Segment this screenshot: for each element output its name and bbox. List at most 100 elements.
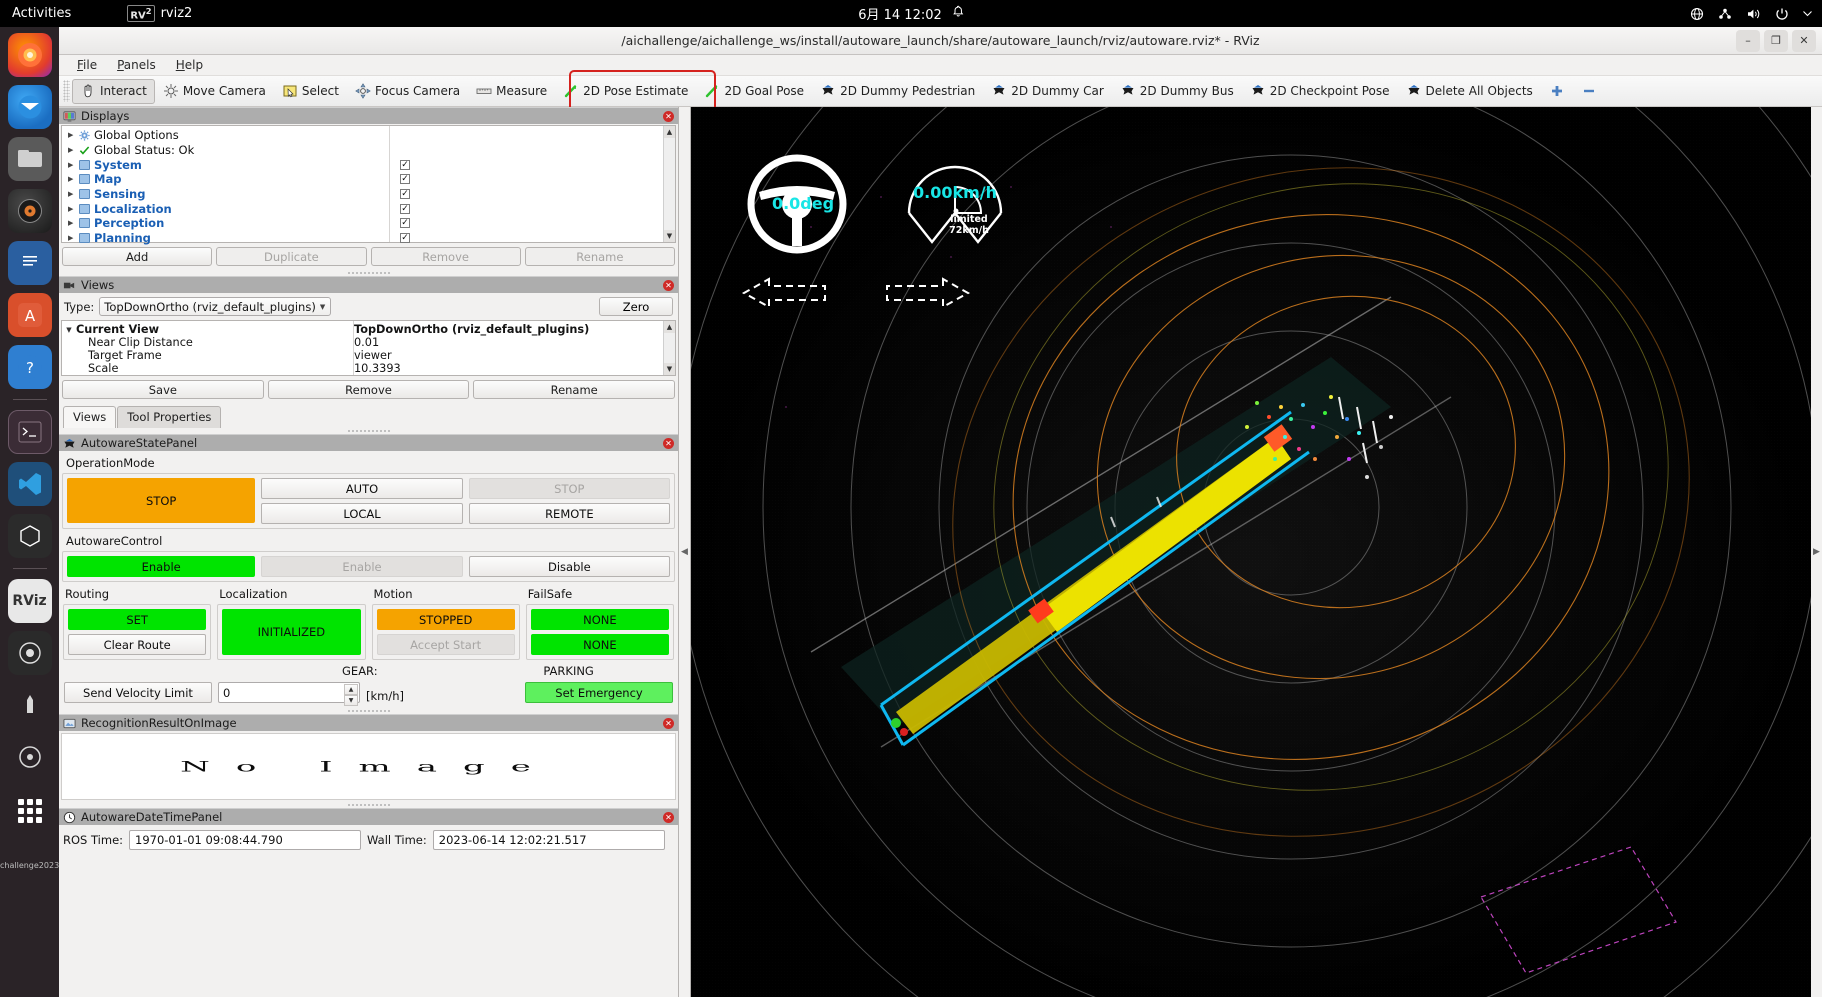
displays-tree[interactable]: ▶ Global Options ▶ Global Status: Ok ▶ S… bbox=[61, 125, 676, 246]
displays-panel-close-icon[interactable]: ✕ bbox=[663, 110, 674, 122]
scroll-down-icon[interactable]: ▼ bbox=[664, 230, 675, 242]
menu-panels[interactable]: Panels bbox=[109, 57, 164, 73]
property-value[interactable]: viewer bbox=[354, 349, 663, 362]
tree-checkbox-planning[interactable]: ✓ bbox=[390, 231, 663, 246]
system-status-area[interactable] bbox=[1690, 7, 1812, 21]
tree-item-planning[interactable]: ▶ Planning bbox=[62, 231, 389, 246]
set-emergency-button[interactable]: Set Emergency bbox=[525, 682, 673, 703]
menu-help[interactable]: Help bbox=[168, 57, 211, 73]
displays-tree-scrollbar[interactable]: ▲ ▼ bbox=[663, 126, 675, 242]
tool-focus-camera[interactable]: Focus Camera bbox=[347, 79, 468, 104]
dock-item-firefox[interactable] bbox=[7, 33, 52, 77]
dock-item-vscode[interactable] bbox=[7, 462, 52, 506]
add-display-button[interactable]: Add bbox=[62, 247, 213, 266]
tool-2d-pose-estimate[interactable]: 2D Pose Estimate bbox=[555, 79, 696, 104]
tree-item-system[interactable]: ▶ System bbox=[62, 157, 389, 172]
tool-delete-all-objects[interactable]: Delete All Objects bbox=[1398, 79, 1541, 104]
velocity-limit-input[interactable]: 0 ▲ ▼ bbox=[218, 682, 360, 706]
tab-tool-properties[interactable]: Tool Properties bbox=[117, 406, 222, 428]
rename-view-button[interactable]: Rename bbox=[473, 380, 676, 399]
tool-2d-checkpoint-pose[interactable]: 2D Checkpoint Pose bbox=[1242, 79, 1398, 104]
dock-item-rviz[interactable]: RViz bbox=[7, 579, 52, 623]
tool-2d-goal-pose[interactable]: 2D Goal Pose bbox=[696, 79, 812, 104]
add-tool-button[interactable] bbox=[1541, 79, 1573, 104]
zero-view-button[interactable]: Zero bbox=[599, 297, 673, 316]
view-type-select[interactable]: TopDownOrtho (rviz_default_plugins) ▼ bbox=[99, 297, 332, 316]
tree-checkbox-system[interactable]: ✓ bbox=[390, 157, 663, 172]
ubuntu-dock[interactable]: A ? RViz challenge2023 bbox=[0, 27, 59, 997]
active-app-indicator[interactable]: RV2 rviz2 bbox=[127, 4, 192, 23]
tool-measure[interactable]: Measure bbox=[468, 79, 555, 104]
expand-arrow-icon[interactable]: ▶ bbox=[68, 219, 75, 227]
collapse-arrow-icon[interactable]: ▼ bbox=[62, 326, 76, 334]
tab-views[interactable]: Views bbox=[63, 406, 117, 428]
spinner-arrows[interactable]: ▲ ▼ bbox=[344, 684, 358, 706]
autoware-control-disable-button[interactable]: Disable bbox=[468, 556, 670, 577]
state-panel-close-icon[interactable]: ✕ bbox=[663, 437, 674, 449]
scroll-up-icon[interactable]: ▲ bbox=[664, 126, 675, 138]
window-controls[interactable]: – ❐ ✕ bbox=[1736, 29, 1816, 52]
recognition-panel-close-icon[interactable]: ✕ bbox=[663, 717, 674, 729]
tool-2d-dummy-bus[interactable]: 2D Dummy Bus bbox=[1112, 79, 1242, 104]
operation-mode-local-button[interactable]: LOCAL bbox=[261, 503, 463, 524]
operation-mode-remote-button[interactable]: REMOTE bbox=[468, 503, 670, 524]
tree-item-perception[interactable]: ▶ Perception bbox=[62, 216, 389, 231]
expand-arrow-icon[interactable]: ▶ bbox=[68, 175, 75, 183]
remove-view-button[interactable]: Remove bbox=[267, 380, 470, 399]
tree-checkbox-map[interactable]: ✓ bbox=[390, 172, 663, 187]
tree-item-sensing[interactable]: ▶ Sensing bbox=[62, 187, 389, 202]
tree-item-global-options[interactable]: ▶ Global Options bbox=[62, 128, 389, 143]
show-applications-button[interactable] bbox=[8, 791, 52, 831]
dock-item-thunderbird[interactable] bbox=[7, 85, 52, 129]
property-value[interactable]: 0 bbox=[354, 375, 663, 376]
activities-button[interactable]: Activities bbox=[12, 6, 71, 21]
expand-arrow-icon[interactable]: ▶ bbox=[68, 131, 75, 139]
wall-time-value[interactable]: 2023-06-14 12:02:21.517 bbox=[432, 830, 665, 850]
dock-item-help[interactable]: ? bbox=[7, 345, 52, 389]
dock-item-tool[interactable] bbox=[8, 683, 52, 727]
menu-file[interactable]: File bbox=[69, 57, 105, 73]
toolbar-grip[interactable] bbox=[63, 80, 70, 102]
scroll-up-icon[interactable]: ▲ bbox=[664, 321, 675, 333]
dock-item-libreoffice-writer[interactable] bbox=[7, 241, 52, 285]
dock-item-files[interactable] bbox=[7, 137, 52, 181]
close-button[interactable]: ✕ bbox=[1792, 29, 1816, 52]
save-view-button[interactable]: Save bbox=[62, 380, 264, 399]
views-panel-close-icon[interactable]: ✕ bbox=[663, 279, 674, 291]
remove-tool-button[interactable] bbox=[1573, 79, 1605, 104]
views-properties-scrollbar[interactable]: ▲ ▼ bbox=[663, 321, 675, 375]
tree-item-map[interactable]: ▶ Map bbox=[62, 172, 389, 187]
tool-select[interactable]: Select bbox=[274, 79, 347, 104]
dock-item-rhythmbox[interactable] bbox=[7, 189, 52, 233]
expand-arrow-icon[interactable]: ▶ bbox=[68, 205, 75, 213]
tool-interact[interactable]: Interact bbox=[72, 78, 155, 104]
checkbox[interactable]: ✓ bbox=[400, 189, 410, 200]
dock-item-disk[interactable] bbox=[8, 735, 52, 779]
tool-2d-dummy-car[interactable]: 2D Dummy Car bbox=[983, 79, 1112, 104]
datetime-panel-close-icon[interactable]: ✕ bbox=[663, 811, 674, 823]
expand-arrow-icon[interactable]: ▶ bbox=[68, 190, 75, 198]
views-properties-table[interactable]: ▼ Current View Near Clip Distance Target … bbox=[61, 320, 676, 376]
expand-arrow-icon[interactable]: ▶ bbox=[68, 234, 75, 242]
checkbox[interactable]: ✓ bbox=[400, 218, 410, 229]
tree-checkbox-perception[interactable]: ✓ bbox=[390, 216, 663, 231]
ros-time-value[interactable]: 1970-01-01 09:08:44.790 bbox=[129, 830, 362, 850]
tool-move-camera[interactable]: Move Camera bbox=[155, 79, 274, 104]
dock-item-ubuntu-software[interactable]: A bbox=[7, 293, 52, 337]
checkbox[interactable]: ✓ bbox=[400, 174, 410, 185]
property-value[interactable]: 10.3393 bbox=[354, 362, 663, 375]
clock-area[interactable]: 6月 14 12:02 bbox=[858, 4, 964, 23]
expand-arrow-icon[interactable]: ▶ bbox=[68, 161, 75, 169]
checkbox[interactable]: ✓ bbox=[400, 159, 410, 170]
dock-item-unity[interactable] bbox=[7, 514, 52, 558]
tree-checkbox-localization[interactable]: ✓ bbox=[390, 201, 663, 216]
expand-arrow-icon[interactable]: ▶ bbox=[68, 146, 75, 154]
tree-item-localization[interactable]: ▶ Localization bbox=[62, 201, 389, 216]
operation-mode-auto-button[interactable]: AUTO bbox=[261, 478, 463, 499]
checkbox[interactable]: ✓ bbox=[400, 233, 410, 244]
property-value[interactable]: 0.01 bbox=[354, 336, 663, 349]
send-velocity-limit-button[interactable]: Send Velocity Limit bbox=[64, 682, 212, 703]
checkbox[interactable]: ✓ bbox=[400, 203, 410, 214]
dock-item-blender[interactable] bbox=[7, 631, 52, 675]
tool-2d-dummy-pedestrian[interactable]: 2D Dummy Pedestrian bbox=[812, 79, 983, 104]
